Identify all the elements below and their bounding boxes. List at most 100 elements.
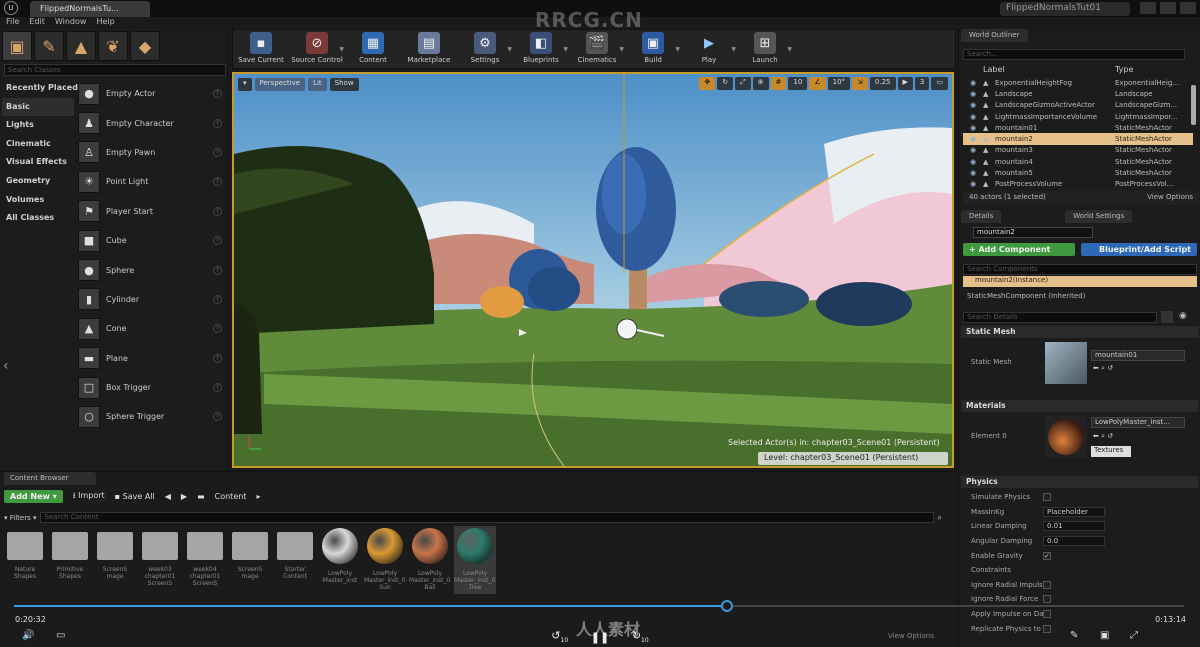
menu-help[interactable]: Help [96, 17, 114, 29]
material-dropdown[interactable]: LowPolyMaster_inst... [1091, 417, 1185, 428]
physics-section[interactable]: Physics [961, 476, 1199, 488]
dropdown-arrow-icon[interactable]: ▼ [675, 46, 680, 53]
eye-icon[interactable]: ◉ [1179, 311, 1195, 323]
use-selected-icon[interactable]: ⬅ [1093, 364, 1099, 372]
outliner-row[interactable]: ◉ ▲ mountain4 StaticMeshActor [963, 156, 1193, 167]
picture-in-picture-icon[interactable]: ▣ [1100, 630, 1109, 641]
angle-snap-value[interactable]: 10° [827, 77, 851, 90]
material-tile[interactable]: LowPoly Master_inst_03 Sun [364, 526, 406, 594]
edit-icon[interactable]: ✎ [1070, 630, 1078, 641]
marketplace-button[interactable]: ▤ Marketplace [401, 32, 457, 68]
static-mesh-section[interactable]: Static Mesh [961, 326, 1199, 338]
play-button[interactable]: ▶ Play ▼ [681, 32, 737, 68]
category-all-classes[interactable]: All Classes [2, 209, 74, 228]
material-thumbnail[interactable] [1045, 416, 1087, 458]
folder-tile[interactable]: ScreenS mage [94, 526, 136, 594]
world-settings-tab[interactable]: World Settings [1065, 210, 1133, 223]
import-button[interactable]: ⭳ Import [73, 490, 105, 504]
menu-edit[interactable]: Edit [29, 17, 45, 29]
browse-icon[interactable]: ⌕ [1101, 432, 1105, 440]
category-cinematic[interactable]: Cinematic [2, 135, 74, 154]
outliner-view-options[interactable]: View Options [1147, 193, 1193, 203]
scale-icon[interactable]: ⤢ [735, 77, 751, 90]
reset-icon[interactable]: ↺ [1107, 364, 1113, 372]
level-viewport[interactable]: ▾ Perspective Lit Show ✥ ↻ ⤢ ⊕ # 10 ∠ 10… [232, 72, 954, 468]
dropdown-arrow-icon[interactable]: ▼ [731, 46, 736, 53]
material-tile[interactable]: LowPoly Master_inst [319, 526, 361, 594]
help-icon[interactable]: ? [213, 236, 222, 246]
static-mesh-dropdown[interactable]: mountain01 [1091, 350, 1185, 361]
outliner-row[interactable]: ◉ ▲ LandscapeGizmoActiveActor LandscapeGizm… [963, 100, 1193, 111]
folder-tile[interactable]: Nature Shapes [4, 526, 46, 594]
landscape-mode-icon[interactable]: ▲ [66, 31, 96, 61]
volume-icon[interactable]: 🔊 [22, 630, 34, 641]
label-column-header[interactable]: Label [983, 65, 1115, 76]
outliner-row[interactable]: ◉ ▲ LightmassImportanceVolume LightmassImpo… [963, 111, 1193, 122]
folder-tile[interactable]: Primitive Shapes [49, 526, 91, 594]
scale-snap-value[interactable]: 0.25 [869, 77, 896, 90]
subtitles-icon[interactable]: ▭ [56, 630, 65, 641]
blueprints-button[interactable]: ◧ Blueprints ▼ [513, 32, 569, 68]
place-mode-icon[interactable]: ▣ [2, 31, 32, 61]
reset-icon[interactable]: ↺ [1107, 432, 1113, 440]
history-forward-icon[interactable]: ▶ [181, 492, 187, 501]
help-icon[interactable]: ? [213, 383, 222, 393]
collapse-arrow-icon[interactable]: ‹ [3, 358, 9, 374]
outliner-row[interactable]: ◉ ▲ ExponentialHeightFog ExponentialHeig... [963, 77, 1193, 88]
folder-tile[interactable]: week04 chapter01 ScreenS [184, 526, 226, 594]
use-selected-icon[interactable]: ⬅ [1093, 432, 1099, 440]
rotate-icon[interactable]: ↻ [717, 77, 734, 90]
dropdown-arrow-icon[interactable]: ▼ [787, 46, 792, 53]
menu-file[interactable]: File [6, 17, 19, 29]
visibility-eye-icon[interactable]: ◉ [963, 146, 983, 154]
translate-icon[interactable]: ✥ [699, 77, 716, 90]
foliage-mode-icon[interactable]: ❦ [98, 31, 128, 61]
help-icon[interactable]: ? [213, 353, 222, 363]
type-column-header[interactable]: Type [1115, 65, 1133, 76]
actor-cube[interactable]: ■ Cube? [76, 226, 226, 255]
outliner-row[interactable]: ◉ ▲ PostProcessVolume PostProcessVol... [963, 179, 1193, 190]
content-search-input[interactable]: Search Content [40, 512, 934, 523]
category-volumes[interactable]: Volumes [2, 191, 74, 210]
content-button[interactable]: ▦ Content [345, 32, 401, 68]
actor-sphere[interactable]: ● Sphere? [76, 255, 226, 284]
class-search-input[interactable]: Search Classes [4, 64, 226, 76]
dropdown-arrow-icon[interactable]: ▼ [339, 46, 344, 53]
paint-mode-icon[interactable]: ✎ [34, 31, 64, 61]
help-icon[interactable]: ? [213, 177, 222, 187]
help-icon[interactable]: ? [213, 89, 222, 99]
visibility-eye-icon[interactable]: ◉ [963, 113, 983, 121]
blueprint-add-script-button[interactable]: Blueprint/Add Script [1081, 243, 1197, 256]
show-button[interactable]: Show [329, 77, 359, 91]
add-component-button[interactable]: + Add Component [963, 243, 1075, 256]
instance-row[interactable]: mountain2(Instance) [963, 276, 1197, 287]
browse-icon[interactable]: ⌕ [1101, 364, 1105, 372]
visibility-eye-icon[interactable]: ◉ [963, 180, 983, 188]
viewport-options-button[interactable]: ▾ [238, 77, 252, 91]
outliner-search-input[interactable]: Search... [963, 49, 1185, 60]
save-all-button[interactable]: ▪ Save All [115, 492, 155, 501]
content-browser-tab[interactable]: Content Browser [4, 472, 96, 485]
outliner-row[interactable]: ◉ ▲ mountain2 StaticMeshActor [963, 133, 1193, 145]
fullscreen-icon[interactable]: ⤢ [1130, 630, 1138, 641]
property-matrix-icon[interactable] [1161, 311, 1173, 323]
world-outliner-tab[interactable]: World Outliner [961, 29, 1028, 42]
help-icon[interactable]: ? [213, 412, 222, 422]
actor-point-light[interactable]: ☀ Point Light? [76, 167, 226, 196]
outliner-row[interactable]: ◉ ▲ mountain5 StaticMeshActor [963, 167, 1193, 178]
save-current-button[interactable]: ▪ Save Current [233, 32, 289, 68]
category-geometry[interactable]: Geometry [2, 172, 74, 191]
help-icon[interactable]: ? [213, 294, 222, 304]
category-visual-effects[interactable]: Visual Effects [2, 153, 74, 172]
dropdown-arrow-icon[interactable]: ▼ [619, 46, 624, 53]
category-basic[interactable]: Basic [2, 97, 74, 117]
category-lights[interactable]: Lights [2, 116, 74, 135]
unreal-logo-icon[interactable]: U [4, 1, 18, 15]
history-back-icon[interactable]: ◀ [165, 492, 171, 501]
property-value-field[interactable]: 0.0 [1043, 536, 1105, 547]
filters-button[interactable]: ▾ Filters ▾ [4, 514, 36, 522]
help-icon[interactable]: ? [213, 118, 222, 128]
visibility-eye-icon[interactable]: ◉ [963, 169, 983, 177]
visibility-eye-icon[interactable]: ◉ [963, 124, 983, 132]
visibility-eye-icon[interactable]: ◉ [963, 79, 983, 87]
